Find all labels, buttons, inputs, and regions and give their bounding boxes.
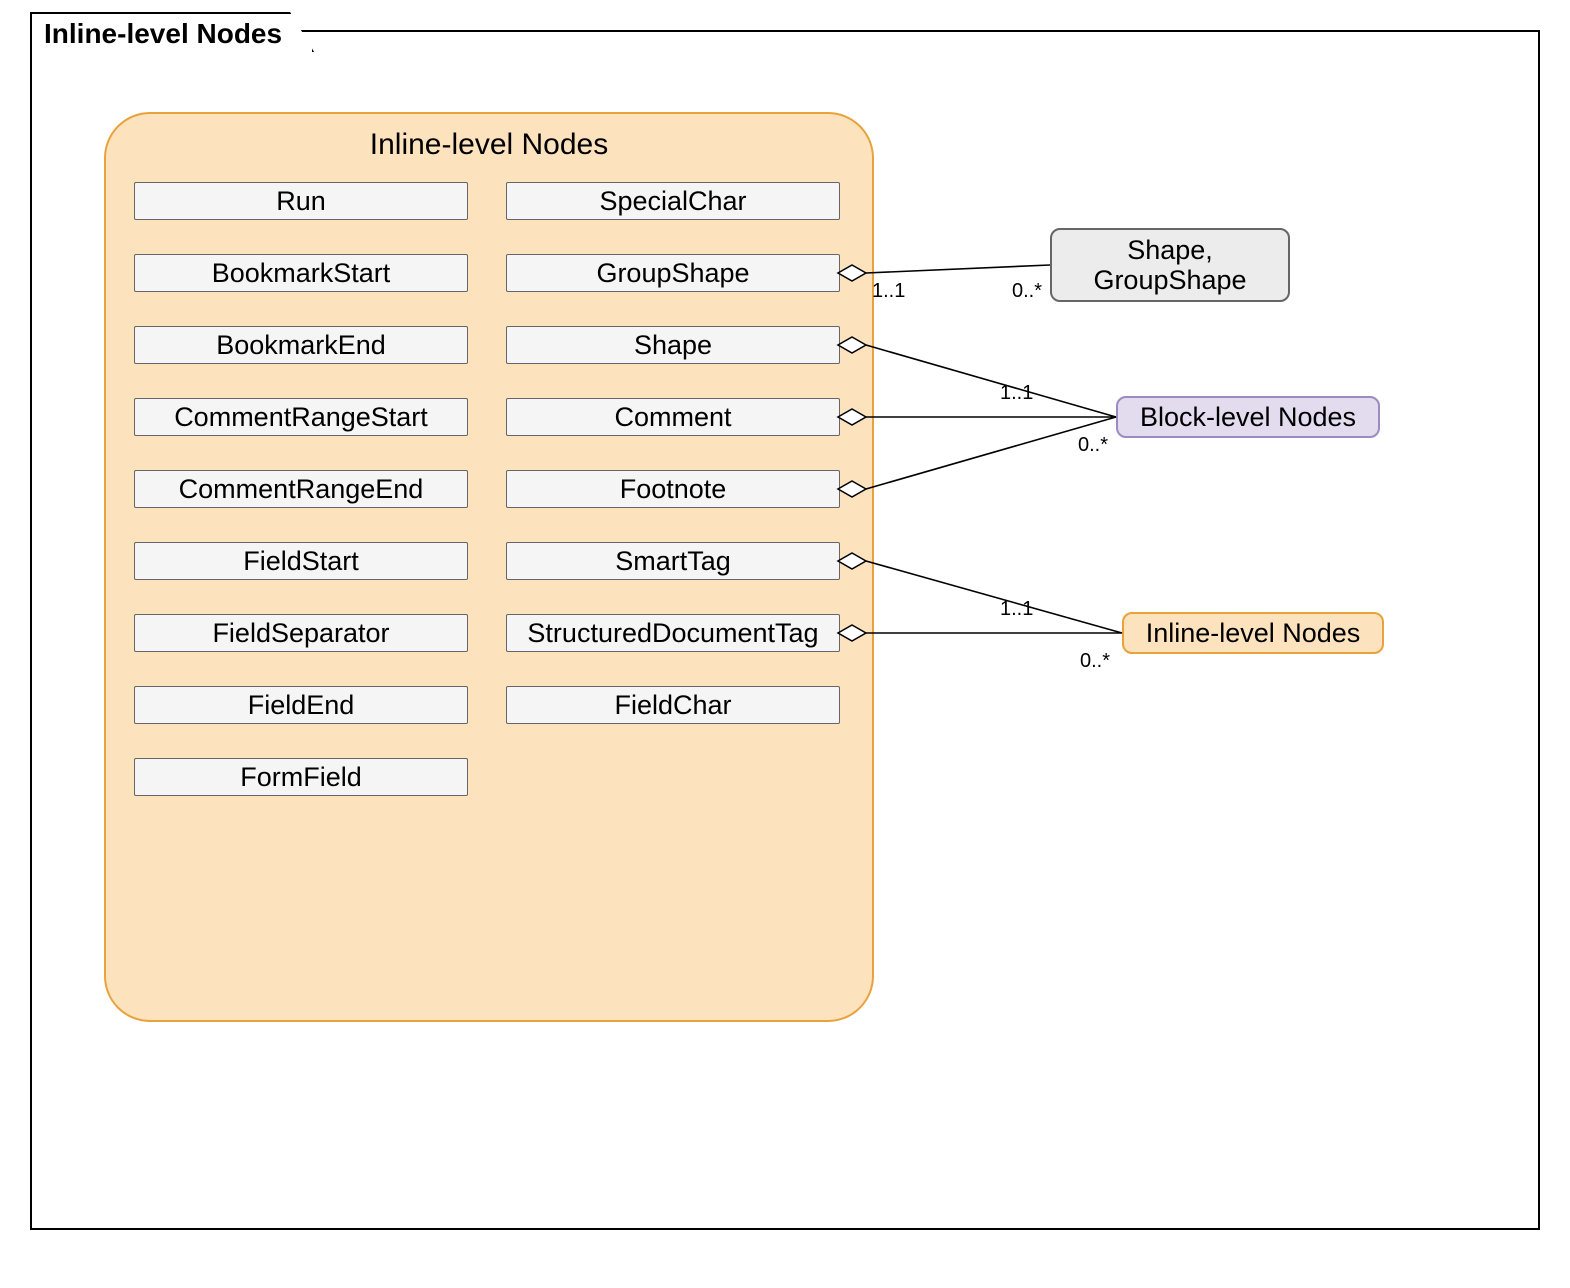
node-bookmark-start: BookmarkStart (134, 254, 468, 292)
node-smart-tag: SmartTag (506, 542, 840, 580)
ext-inline-level: Inline-level Nodes (1122, 612, 1384, 654)
node-bookmark-end: BookmarkEnd (134, 326, 468, 364)
node-field-separator: FieldSeparator (134, 614, 468, 652)
ext-block-level: Block-level Nodes (1116, 396, 1380, 438)
node-field-char: FieldChar (506, 686, 840, 724)
node-special-char: SpecialChar (506, 182, 840, 220)
container-title: Inline-level Nodes (106, 128, 872, 162)
outer-frame-title: Inline-level Nodes (30, 12, 314, 52)
node-shape: Shape (506, 326, 840, 364)
node-form-field: FormField (134, 758, 468, 796)
mult-inline-right: 0..* (1080, 650, 1110, 673)
node-field-start: FieldStart (134, 542, 468, 580)
mult-block-left: 1..1 (1000, 382, 1033, 405)
ext-shape-groupshape: Shape, GroupShape (1050, 228, 1290, 302)
node-footnote: Footnote (506, 470, 840, 508)
mult-inline-left: 1..1 (1000, 598, 1033, 621)
node-group-shape: GroupShape (506, 254, 840, 292)
mult-groupshape-right: 0..* (1012, 280, 1042, 303)
node-comment: Comment (506, 398, 840, 436)
mult-groupshape-left: 1..1 (872, 280, 905, 303)
mult-block-right: 0..* (1078, 434, 1108, 457)
node-structured-document-tag: StructuredDocumentTag (506, 614, 840, 652)
node-field-end: FieldEnd (134, 686, 468, 724)
node-comment-range-end: CommentRangeEnd (134, 470, 468, 508)
node-run: Run (134, 182, 468, 220)
diagram-canvas: Inline-level Nodes Inline-level Nodes Ru… (0, 0, 1570, 1288)
node-comment-range-start: CommentRangeStart (134, 398, 468, 436)
